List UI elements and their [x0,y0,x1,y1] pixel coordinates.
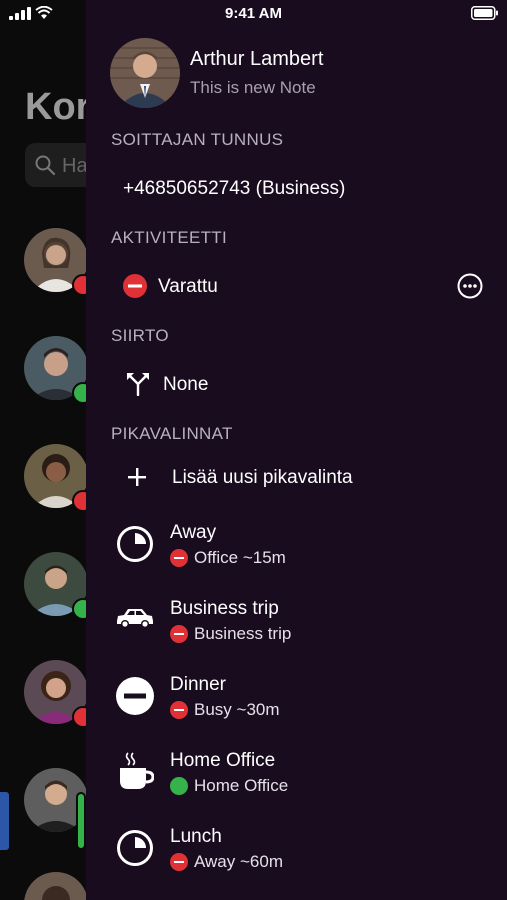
battery-icon [471,6,498,20]
busy-status-dot [170,853,188,871]
profile-name: Arthur Lambert [190,48,324,70]
minus-circle-icon [116,677,154,715]
plus-icon [128,468,146,486]
quick-dial-status-label: Home Office [194,776,289,795]
busy-status-dot [170,701,188,719]
quick-dial-status: Away ~60m [170,852,283,872]
quick-dials-section-title: PIKAVALINNAT [111,424,233,443]
busy-status-dot [170,625,188,643]
quick-dial-status: Busy ~30m [170,700,280,720]
contact-avatar[interactable] [24,872,88,900]
activity-section-title: AKTIVITEETTI [111,228,228,247]
add-quick-dial-button[interactable]: Lisää uusi pikavalinta [172,467,353,489]
transfer-section-title: SIIRTO [111,326,169,345]
quick-dial-status-label: Business trip [194,624,292,643]
caller-id-section-title: SOITTAJAN TUNNUS [111,130,284,149]
profile-avatar[interactable] [110,38,180,108]
quick-dial-status: Business trip [170,624,291,644]
status-time: 9:41 AM [225,5,282,22]
transfer-value[interactable]: None [163,374,208,396]
busy-icon [123,274,147,298]
car-icon [117,609,153,628]
edge-tab[interactable] [0,792,9,850]
busy-status-dot [170,549,188,567]
contacts-search-placeholder: Ha [62,155,88,177]
search-icon [35,155,56,176]
quick-dial-status-label: Away ~60m [194,852,283,871]
quick-dial-title[interactable]: Business trip [170,598,279,620]
status-bar: 9:41 AM [0,0,507,28]
quick-dial-title[interactable]: Lunch [170,826,222,848]
profile-note[interactable]: This is new Note [190,78,316,98]
clock-icon [117,526,153,562]
profile-drawer: Arthur Lambert This is new Note SOITTAJA… [86,0,507,900]
quick-dial-status: Home Office [170,776,288,796]
caller-id-value[interactable]: +46850652743 (Business) [123,178,345,200]
more-options-icon[interactable] [457,273,483,299]
coffee-icon [120,752,154,789]
quick-dial-status-label: Office ~15m [194,548,286,567]
contact-status-badge [76,792,86,850]
quick-dial-title[interactable]: Away [170,522,216,544]
quick-dial-title[interactable]: Dinner [170,674,226,696]
clock-icon [117,830,153,866]
quick-dial-status-label: Busy ~30m [194,700,280,719]
transfer-icon [127,373,149,396]
contacts-title: Kor [25,86,91,128]
quick-dial-status: Office ~15m [170,548,286,568]
quick-dial-title[interactable]: Home Office [170,750,275,772]
available-status-dot [170,777,188,795]
activity-value[interactable]: Varattu [158,276,218,298]
